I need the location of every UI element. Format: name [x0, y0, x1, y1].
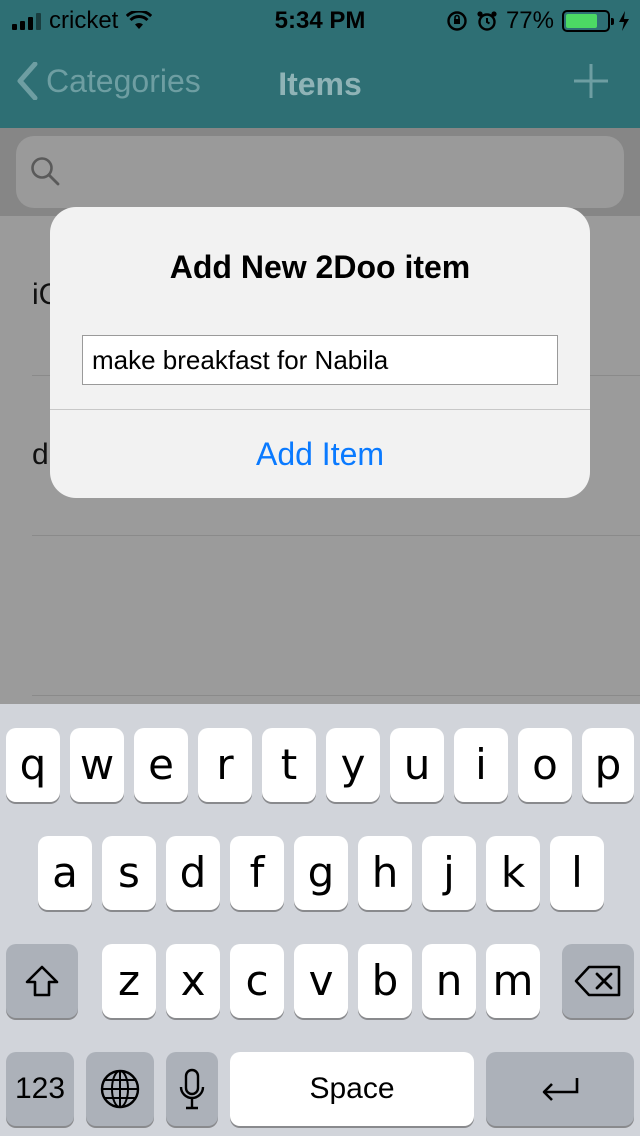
- key-n[interactable]: n: [422, 944, 476, 1018]
- key-v[interactable]: v: [294, 944, 348, 1018]
- add-icon[interactable]: [572, 62, 610, 100]
- key-j[interactable]: j: [422, 836, 476, 910]
- space-key[interactable]: Space: [230, 1052, 474, 1126]
- key-l[interactable]: l: [550, 836, 604, 910]
- list-item-label: d: [32, 438, 49, 471]
- item-text-field[interactable]: [82, 335, 558, 385]
- add-item-button[interactable]: Add Item: [50, 410, 590, 498]
- key-b[interactable]: b: [358, 944, 412, 1018]
- search-icon: [31, 157, 60, 186]
- search-bar: [0, 128, 640, 216]
- key-g[interactable]: g: [294, 836, 348, 910]
- shift-key[interactable]: [6, 944, 78, 1018]
- shift-icon: [25, 965, 59, 997]
- alarm-icon: [477, 11, 497, 31]
- status-right: 77%: [446, 7, 630, 35]
- key-q[interactable]: q: [6, 728, 60, 802]
- top-bar: cricket 5:34 PM 77% Categories Items: [0, 0, 640, 128]
- keyboard: q w e r t y u i o p a s d f g h j k l z …: [0, 704, 640, 1136]
- add-item-dialog: Add New 2Doo item Add Item: [50, 207, 590, 498]
- key-f[interactable]: f: [230, 836, 284, 910]
- key-a[interactable]: a: [38, 836, 92, 910]
- return-icon: [542, 1078, 579, 1101]
- key-d[interactable]: d: [166, 836, 220, 910]
- globe-key[interactable]: [86, 1052, 154, 1126]
- key-z[interactable]: z: [102, 944, 156, 1018]
- dialog-title: Add New 2Doo item: [169, 249, 471, 285]
- key-x[interactable]: x: [166, 944, 220, 1018]
- delete-key[interactable]: [562, 944, 634, 1018]
- key-h[interactable]: h: [358, 836, 412, 910]
- key-i[interactable]: i: [454, 728, 508, 802]
- key-e[interactable]: e: [134, 728, 188, 802]
- backspace-icon: [574, 965, 621, 997]
- key-w[interactable]: w: [70, 728, 124, 802]
- battery-percent: 77%: [505, 7, 554, 34]
- numbers-key[interactable]: 123: [6, 1052, 74, 1126]
- key-o[interactable]: o: [518, 728, 572, 802]
- key-c[interactable]: c: [230, 944, 284, 1018]
- globe-icon: [100, 1069, 140, 1109]
- key-s[interactable]: s: [102, 836, 156, 910]
- charging-icon: [619, 11, 629, 31]
- key-u[interactable]: u: [390, 728, 444, 802]
- key-p[interactable]: p: [582, 728, 634, 802]
- key-y[interactable]: y: [326, 728, 380, 802]
- list-item[interactable]: [32, 536, 640, 696]
- navigation-bar: Categories Items: [0, 40, 640, 128]
- search-input[interactable]: [16, 136, 624, 208]
- microphone-key[interactable]: [166, 1052, 218, 1126]
- status-bar: cricket 5:34 PM 77%: [0, 0, 640, 40]
- key-k[interactable]: k: [486, 836, 540, 910]
- return-key[interactable]: [486, 1052, 634, 1126]
- key-t[interactable]: t: [262, 728, 316, 802]
- key-m[interactable]: m: [486, 944, 540, 1018]
- key-r[interactable]: r: [198, 728, 252, 802]
- microphone-icon: [179, 1068, 205, 1110]
- page-title: Items: [278, 66, 362, 102]
- orientation-lock-icon: [447, 11, 467, 31]
- battery-icon: [562, 10, 614, 32]
